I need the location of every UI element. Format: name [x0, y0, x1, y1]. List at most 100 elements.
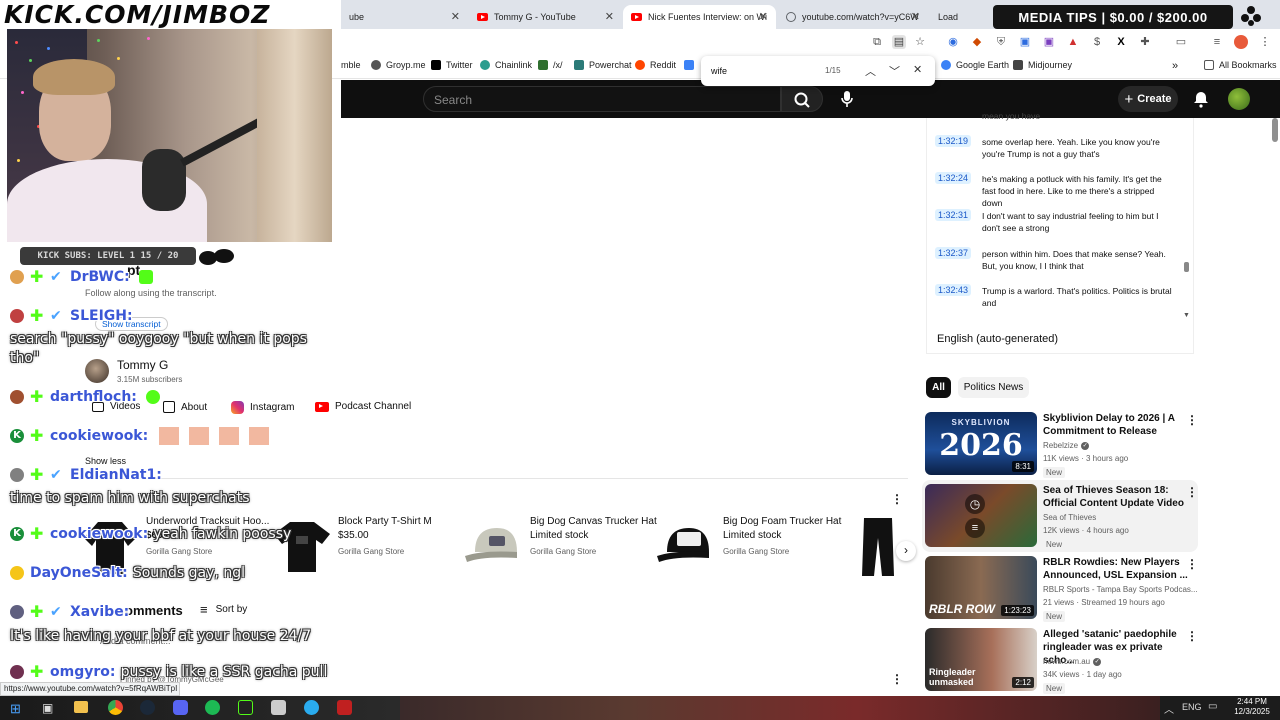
transcript-timestamp[interactable]: 1:32:43 — [935, 284, 972, 296]
metamask-extension-icon[interactable]: ◆ — [970, 35, 984, 49]
browser-menu-icon[interactable]: ⋮ — [1258, 35, 1272, 49]
tab-close-icon[interactable]: ✕ — [911, 10, 920, 23]
chrome-icon[interactable] — [108, 700, 123, 715]
shopping-menu-icon[interactable]: ⋮ — [891, 492, 903, 506]
discord-icon[interactable] — [173, 700, 188, 715]
video-channel[interactable]: Sea of Thieves — [1043, 513, 1096, 522]
extension-icon[interactable]: $ — [1090, 35, 1104, 49]
bookmark-item[interactable]: Chainlink — [480, 60, 532, 70]
taskbar-language[interactable]: ENG — [1182, 702, 1202, 712]
transcript-text[interactable]: I don't want to say industrial feeling t… — [982, 210, 1174, 234]
video-menu-icon[interactable]: ⋮ — [1186, 629, 1198, 643]
video-thumbnail[interactable]: Ringleader unmasked 2:12 — [925, 628, 1037, 691]
filter-chip-politics-news[interactable]: Politics News — [958, 377, 1029, 398]
windows-start-icon[interactable]: ⊞ — [10, 701, 21, 717]
bookmark-item[interactable]: mble — [341, 60, 361, 70]
extension-icon[interactable]: ◉ — [946, 35, 960, 49]
video-channel[interactable]: news.com.au ✓ — [1043, 657, 1102, 666]
next-chevron-icon[interactable]: › — [896, 541, 916, 561]
network-icon[interactable]: ▭ — [1208, 701, 1217, 712]
transcript-timestamp[interactable]: 1:32:31 — [935, 209, 972, 221]
sort-by-button[interactable]: ≡ Sort by — [200, 602, 247, 617]
notifications-bell-icon[interactable] — [1192, 90, 1210, 108]
product-card[interactable]: Big Dog Foam Trucker Hat Limited stock G… — [723, 516, 841, 556]
transcript-timestamp[interactable]: 1:32:37 — [935, 247, 972, 259]
watch-later-clock-icon[interactable]: ◷ — [965, 494, 985, 514]
video-title[interactable]: RBLR Rowdies: New Players Announced, USL… — [1043, 556, 1193, 582]
transcript-language-select[interactable]: English (auto-generated) — [937, 333, 1058, 345]
transcript-scrollbar[interactable] — [1184, 262, 1189, 272]
video-thumbnail[interactable]: SKYBLIVION 2026 8:31 — [925, 412, 1037, 475]
channel-link-about[interactable]: About — [163, 401, 207, 413]
find-next-chevron-icon[interactable]: ﹀ — [889, 63, 900, 79]
extension-icon[interactable]: ▲ — [1066, 35, 1080, 49]
youtube-search-button[interactable] — [781, 86, 823, 112]
spotify-icon[interactable] — [205, 700, 220, 715]
account-avatar[interactable] — [1228, 88, 1250, 110]
create-button[interactable]: + Create — [1118, 86, 1178, 112]
taskbar-clock[interactable]: 2:44 PM 12/3/2025 — [1228, 697, 1276, 717]
page-scrollbar[interactable] — [1272, 118, 1278, 142]
youtube-search-input[interactable]: Search — [423, 86, 781, 112]
transcript-timestamp[interactable]: 1:32:24 — [935, 172, 972, 184]
bookmark-item[interactable]: All Bookmarks — [1204, 60, 1277, 70]
find-close-icon[interactable]: ✕ — [913, 63, 922, 76]
extension-icon[interactable]: ▣ — [1018, 35, 1032, 49]
app-icon[interactable] — [271, 700, 286, 715]
channel-link-instagram[interactable]: Instagram — [231, 401, 294, 414]
transcript-text[interactable]: some overlap here. Yeah. Like you know y… — [982, 136, 1174, 160]
product-image-foam-hat[interactable] — [655, 522, 717, 572]
video-thumbnail[interactable]: ◷ ≡ — [925, 484, 1037, 547]
app-icon[interactable] — [337, 700, 352, 715]
scroll-down-arrow-icon[interactable]: ▼ — [1183, 312, 1190, 319]
tray-chevron-icon[interactable]: ︿ — [1164, 701, 1174, 716]
filter-chip-all[interactable]: All — [926, 377, 951, 398]
file-explorer-icon[interactable] — [74, 701, 88, 713]
bookmark-item[interactable]: Google Earth — [941, 60, 1009, 70]
telegram-icon[interactable] — [304, 700, 319, 715]
find-input[interactable]: wife — [711, 66, 727, 76]
kick-app-icon[interactable] — [238, 700, 253, 715]
video-channel[interactable]: RBLR Sports - Tampa Bay Sports Podcas... — [1043, 585, 1198, 594]
bookmark-item[interactable] — [684, 60, 699, 70]
video-title[interactable]: Sea of Thieves Season 18: Official Conte… — [1043, 484, 1193, 510]
find-previous-chevron-icon[interactable]: ︿ — [865, 63, 876, 79]
browser-tab[interactable]: youtube.com/watch?v=yC6W ✕ — [778, 5, 928, 29]
video-thumbnail[interactable]: RBLR ROW 1:23:23 — [925, 556, 1037, 619]
browser-tab-active[interactable]: Nick Fuentes Interview: on Wi ✕ — [623, 5, 776, 29]
extension-icon[interactable]: ▣ — [1042, 35, 1056, 49]
video-channel[interactable]: Rebelzize ✓ — [1043, 441, 1090, 450]
video-title[interactable]: Skyblivion Delay to 2026 | A Commitment … — [1043, 412, 1193, 438]
product-image-canvas-hat[interactable] — [463, 522, 525, 572]
transcript-text[interactable]: person within him. Does that make sense?… — [982, 248, 1174, 272]
task-view-icon[interactable]: ▣ — [42, 701, 53, 715]
bookmark-item[interactable]: Groyp.me — [371, 60, 426, 70]
bookmark-item[interactable]: Powerchat — [574, 60, 632, 70]
product-card[interactable]: Block Party T-Shirt M $35.00 Gorilla Gan… — [338, 516, 432, 556]
profile-avatar-icon[interactable] — [1234, 35, 1248, 49]
tab-close-icon[interactable]: ✕ — [759, 10, 768, 23]
channel-link-podcast[interactable]: Podcast Channel — [315, 401, 411, 412]
video-menu-icon[interactable]: ⋮ — [1186, 413, 1198, 427]
bookmark-item[interactable]: Midjourney — [1013, 60, 1072, 70]
tab-close-icon[interactable]: ✕ — [605, 10, 614, 23]
bookmark-item[interactable]: Reddit — [635, 60, 676, 70]
bookmark-star-icon[interactable]: ☆ — [913, 35, 927, 49]
browser-tab[interactable]: Load — [930, 5, 990, 29]
microphone-icon[interactable] — [838, 89, 856, 109]
transcript-timestamp[interactable]: 1:32:19 — [935, 135, 972, 147]
x-extension-icon[interactable]: X — [1114, 35, 1128, 49]
browser-tab[interactable]: ube ✕ — [341, 5, 468, 29]
tab-close-icon[interactable]: ✕ — [451, 10, 460, 23]
video-menu-icon[interactable]: ⋮ — [1186, 557, 1198, 571]
product-image-pants[interactable] — [858, 516, 898, 578]
transcript-text[interactable]: he's making a potluck with his family. I… — [982, 173, 1174, 209]
extensions-puzzle-icon[interactable]: ✚ — [1138, 35, 1152, 49]
add-to-queue-icon[interactable]: ≡ — [965, 518, 985, 538]
browser-tab[interactable]: Tommy G - YouTube ✕ — [469, 5, 622, 29]
bookmark-item[interactable]: /x/ — [538, 60, 563, 70]
comment-menu-icon[interactable]: ⋮ — [891, 672, 903, 686]
video-menu-icon[interactable]: ⋮ — [1186, 485, 1198, 499]
install-app-icon[interactable]: ⧉ — [870, 35, 884, 49]
steam-icon[interactable] — [140, 700, 155, 715]
